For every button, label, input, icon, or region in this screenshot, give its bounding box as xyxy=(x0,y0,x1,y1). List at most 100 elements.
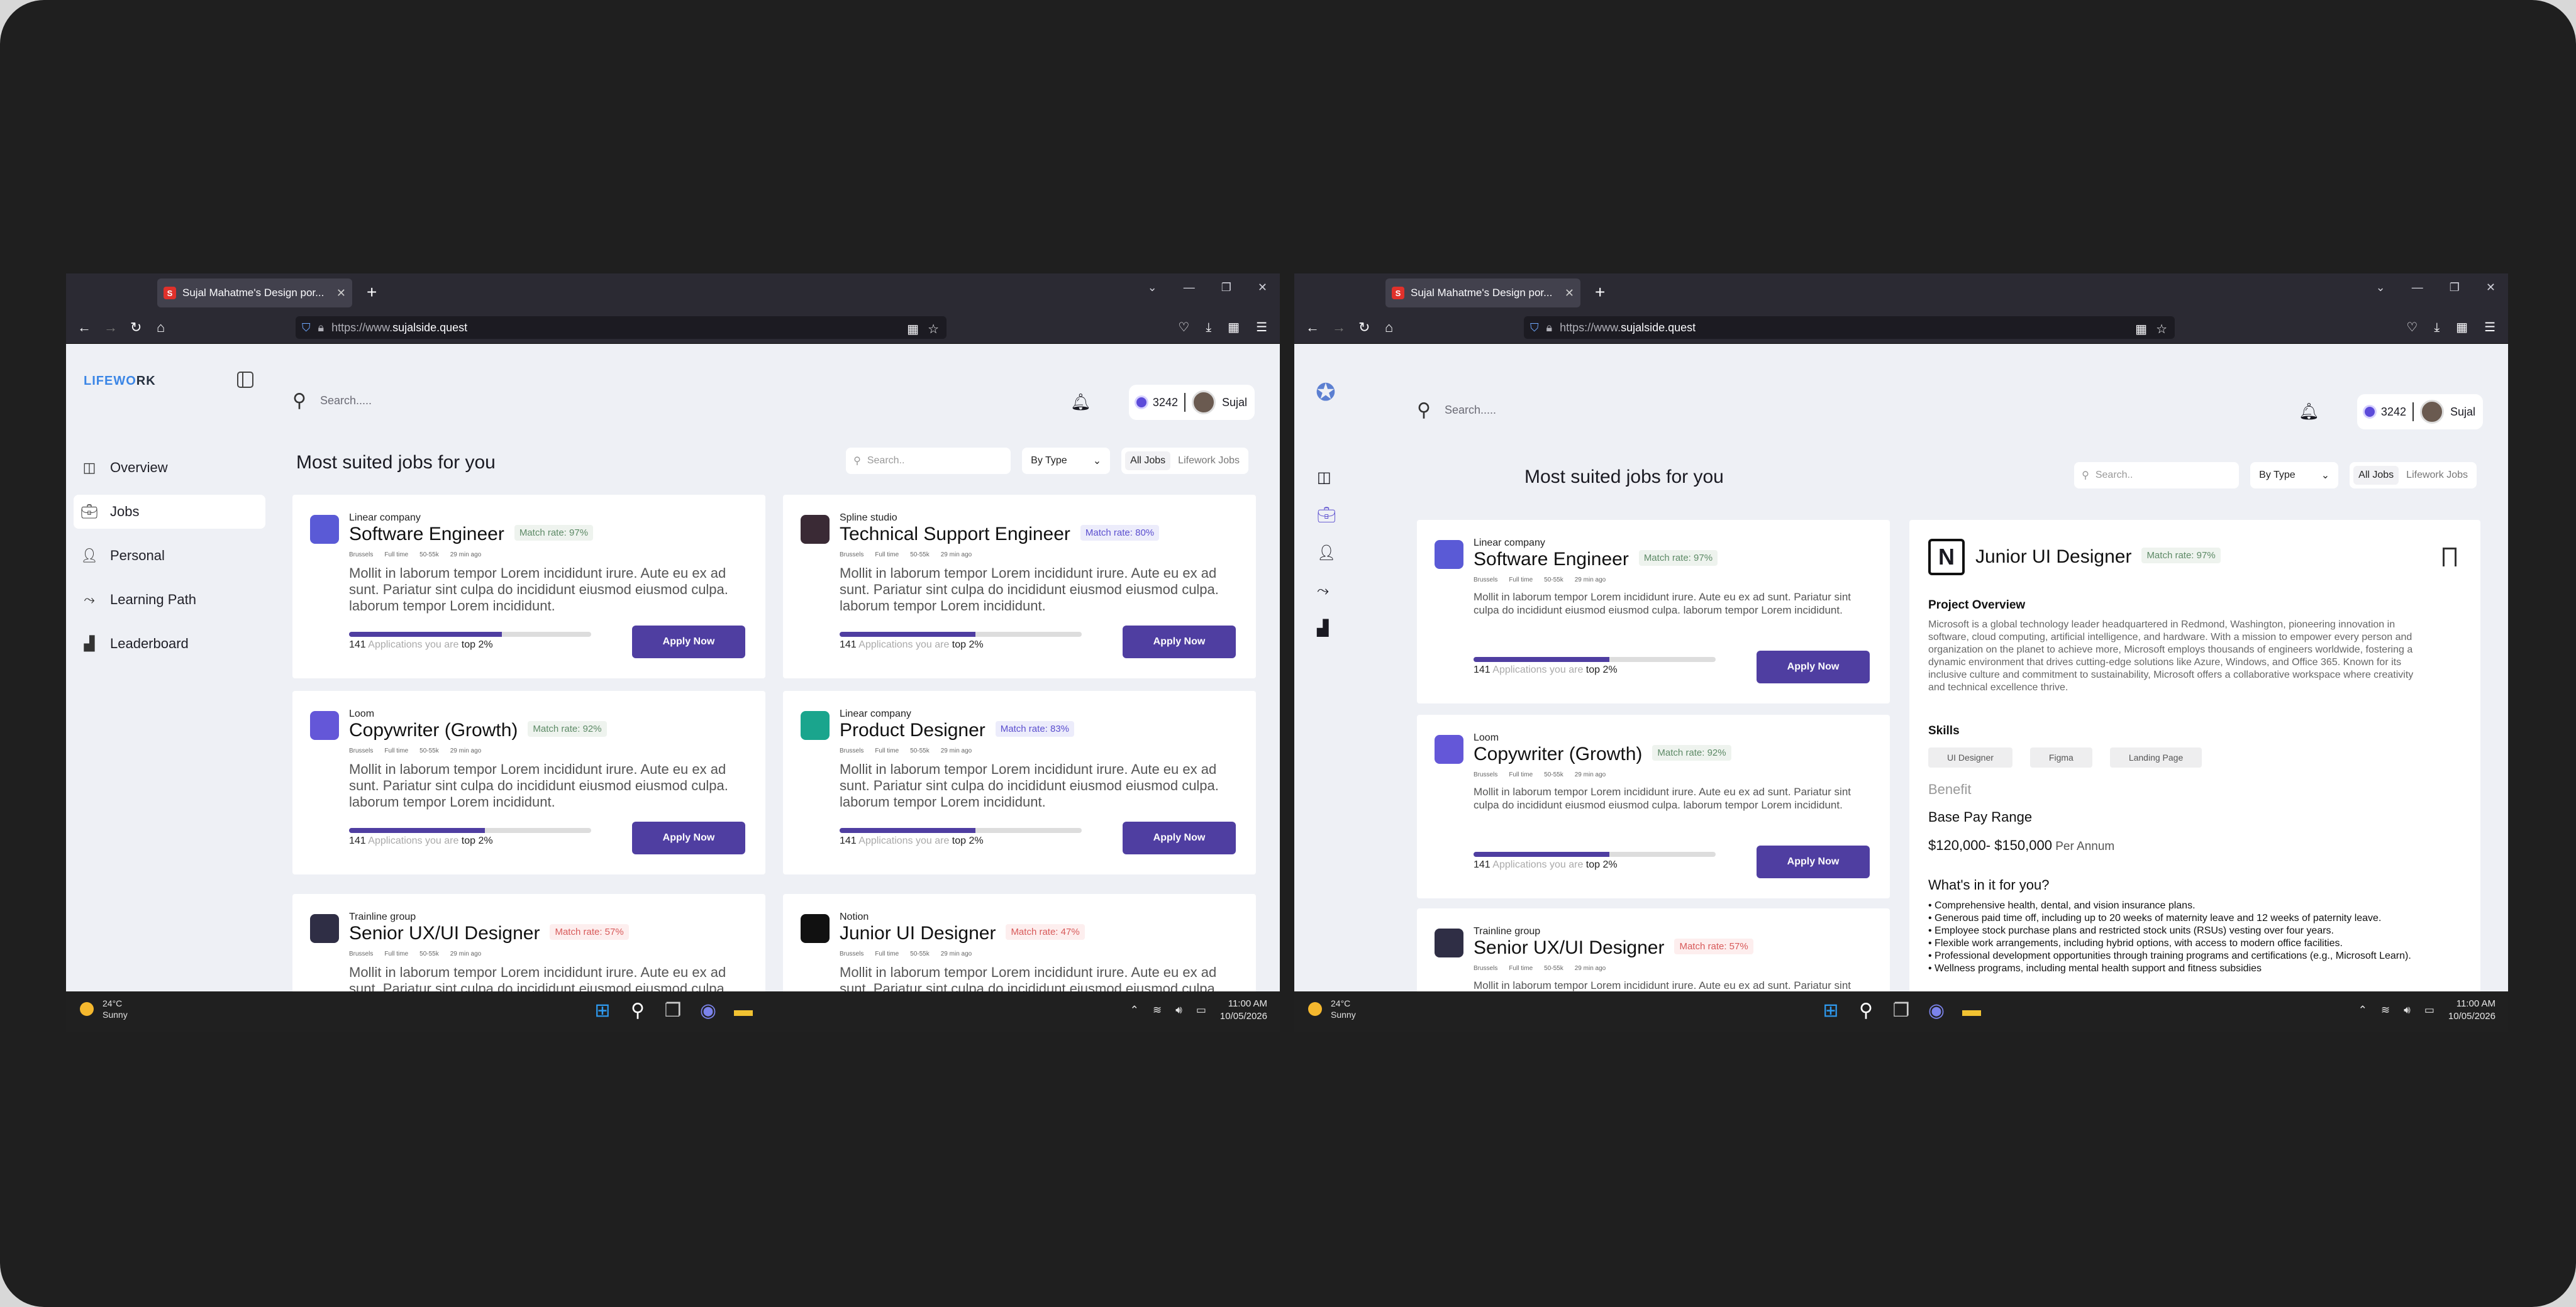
bookmark-star-icon[interactable]: ☆ xyxy=(928,321,939,337)
sidebar-item-personal[interactable]: 👤︎ Personal xyxy=(74,539,265,573)
restore-icon[interactable]: ❐ xyxy=(2450,281,2460,294)
user-icon[interactable]: 👤︎ xyxy=(1317,545,1336,561)
extensions-icon[interactable]: ▦ xyxy=(907,321,919,337)
forward-icon[interactable]: → xyxy=(1332,316,1346,339)
bookmark-star-icon[interactable]: ☆ xyxy=(2156,321,2167,337)
home-icon[interactable]: ⌂ xyxy=(1385,316,1393,339)
volume-icon[interactable]: 🔊︎ xyxy=(1175,1004,1182,1017)
home-icon[interactable]: ⌂ xyxy=(157,316,165,339)
close-window-icon[interactable]: ✕ xyxy=(1258,281,1267,294)
tab-all-jobs[interactable]: All Jobs xyxy=(2353,466,2399,485)
sidebar-toggle-icon[interactable] xyxy=(237,372,253,388)
apps-icon[interactable]: ▦ xyxy=(1228,316,1240,339)
avatar[interactable] xyxy=(2419,400,2444,424)
tab-list-icon[interactable]: ⌄ xyxy=(2376,281,2385,294)
tab-all-jobs[interactable]: All Jobs xyxy=(1125,451,1171,470)
avatar[interactable] xyxy=(1191,390,1216,414)
tab-lifework-jobs[interactable]: Lifework Jobs xyxy=(2401,466,2473,485)
chevron-up-icon[interactable]: ⌃ xyxy=(2358,1004,2367,1017)
search-icon[interactable]: ⚲ xyxy=(626,999,649,1022)
path-icon[interactable]: ⤳ xyxy=(1317,583,1336,599)
pocket-icon[interactable]: ♡ xyxy=(2406,316,2418,339)
browser-tab[interactable]: S Sujal Mahatme's Design por... ✕ xyxy=(157,278,352,307)
user-pill[interactable]: 3242 Sujal xyxy=(2357,394,2483,429)
clock[interactable]: 11:00 AM 10/05/2026 xyxy=(2448,998,2496,1023)
weather-widget[interactable]: 24°C Sunny xyxy=(1308,998,1356,1020)
skill-chip[interactable]: UI Designer xyxy=(1928,747,2012,768)
downloads-icon[interactable]: ⤓ xyxy=(2434,316,2440,339)
apply-now-button[interactable]: Apply Now xyxy=(1123,626,1236,658)
tab-lifework-jobs[interactable]: Lifework Jobs xyxy=(1173,451,1245,470)
user-pill[interactable]: 3242 Sujal xyxy=(1128,385,1255,420)
notification-bell-icon[interactable]: 🔔︎ xyxy=(2299,402,2319,421)
back-icon[interactable]: ← xyxy=(1306,316,1319,339)
skill-chip[interactable]: Landing Page xyxy=(2109,747,2202,768)
minimize-icon[interactable]: — xyxy=(2412,281,2423,294)
job-card[interactable]: Linear company Software Engineer Match rat… xyxy=(1417,520,1890,703)
compass-logo-icon[interactable]: ✪ xyxy=(1316,378,1336,407)
close-tab-icon[interactable]: ✕ xyxy=(336,287,346,300)
job-card[interactable]: Linear company Software Engineer Match rat… xyxy=(292,495,765,678)
tab-list-icon[interactable]: ⌄ xyxy=(1148,281,1157,294)
minimize-icon[interactable]: — xyxy=(1184,281,1195,294)
job-card[interactable]: Spline studio Technical Support Engineer M… xyxy=(783,495,1256,678)
bookmark-icon[interactable] xyxy=(2443,548,2457,566)
menu-icon[interactable]: ☰ xyxy=(2484,316,2496,339)
windows-start-icon[interactable]: ⊞ xyxy=(1819,999,1842,1022)
apply-now-button[interactable]: Apply Now xyxy=(632,626,745,658)
type-select[interactable]: By Type ⌄ xyxy=(2250,462,2339,488)
chevron-up-icon[interactable]: ⌃ xyxy=(1130,1004,1139,1017)
job-card[interactable]: Trainline group Senior UX/UI Designer Matc… xyxy=(1417,908,1890,991)
apply-now-button[interactable]: Apply Now xyxy=(632,822,745,854)
global-search[interactable]: ⚲ Search..... xyxy=(1417,399,1496,421)
chat-icon[interactable]: ◉ xyxy=(1925,999,1948,1022)
reload-icon[interactable]: ↻ xyxy=(1358,316,1370,339)
extensions-icon[interactable]: ▦ xyxy=(2135,321,2147,337)
new-tab-button[interactable]: + xyxy=(367,280,377,305)
job-card[interactable]: Notion Junior UI Designer Match rate: 47% B… xyxy=(783,894,1256,991)
battery-icon[interactable]: ▭ xyxy=(1196,1004,1206,1017)
job-card[interactable]: Trainline group Senior UX/UI Designer Matc… xyxy=(292,894,765,991)
chat-icon[interactable]: ◉ xyxy=(697,999,719,1022)
briefcase-icon[interactable]: 💼︎ xyxy=(1317,507,1336,524)
reload-icon[interactable]: ↻ xyxy=(130,316,142,339)
weather-widget[interactable]: 24°C Sunny xyxy=(80,998,128,1020)
apply-now-button[interactable]: Apply Now xyxy=(1757,651,1870,683)
new-tab-button[interactable]: + xyxy=(1595,280,1605,305)
url-bar[interactable]: ⛉ 🔒︎ https://www.sujalside.quest ▦ ☆ xyxy=(296,316,947,339)
job-card[interactable]: Loom Copywriter (Growth) Match rate: 92% Br… xyxy=(1417,715,1890,898)
sidebar-item-leaderboard[interactable]: ▟ Leaderboard xyxy=(74,627,265,661)
volume-icon[interactable]: 🔊︎ xyxy=(2404,1004,2411,1017)
apply-now-button[interactable]: Apply Now xyxy=(1123,822,1236,854)
back-icon[interactable]: ← xyxy=(77,316,91,339)
clock[interactable]: 11:00 AM 10/05/2026 xyxy=(1220,998,1267,1023)
job-card[interactable]: Loom Copywriter (Growth) Match rate: 92% Br… xyxy=(292,691,765,874)
apply-now-button[interactable]: Apply Now xyxy=(1757,846,1870,878)
file-explorer-icon[interactable]: ▬ xyxy=(1960,999,1983,1022)
forward-icon[interactable]: → xyxy=(104,316,118,339)
leaderboard-icon[interactable]: ▟ xyxy=(1317,620,1336,637)
wifi-icon[interactable]: ≋ xyxy=(1153,1004,1162,1017)
menu-icon[interactable]: ☰ xyxy=(1256,316,1267,339)
sidebar-item-learning-path[interactable]: ⤳ Learning Path xyxy=(74,583,265,617)
downloads-icon[interactable]: ⤓ xyxy=(1206,316,1211,339)
global-search[interactable]: ⚲ Search..... xyxy=(292,390,372,412)
windows-start-icon[interactable]: ⊞ xyxy=(591,999,614,1022)
wifi-icon[interactable]: ≋ xyxy=(2381,1004,2390,1017)
url-bar[interactable]: ⛉ 🔒︎ https://www.sujalside.quest ▦ ☆ xyxy=(1524,316,2175,339)
task-view-icon[interactable]: ❐ xyxy=(1890,999,1913,1022)
lifework-logo[interactable]: LIFEWORK xyxy=(84,374,156,389)
pocket-icon[interactable]: ♡ xyxy=(1178,316,1189,339)
task-view-icon[interactable]: ❐ xyxy=(662,999,684,1022)
battery-icon[interactable]: ▭ xyxy=(2424,1004,2434,1017)
job-search-input[interactable]: ⚲ Search.. xyxy=(846,448,1011,474)
close-tab-icon[interactable]: ✕ xyxy=(1565,287,1574,300)
type-select[interactable]: By Type ⌄ xyxy=(1022,448,1111,474)
restore-icon[interactable]: ❐ xyxy=(1221,281,1231,294)
browser-tab[interactable]: S Sujal Mahatme's Design por... ✕ xyxy=(1385,278,1580,307)
job-card[interactable]: Linear company Product Designer Match rate… xyxy=(783,691,1256,874)
sidebar-item-jobs[interactable]: 💼︎ Jobs xyxy=(74,495,265,529)
overview-icon[interactable]: ◫ xyxy=(1317,470,1336,486)
close-window-icon[interactable]: ✕ xyxy=(2486,281,2496,294)
skill-chip[interactable]: Figma xyxy=(2029,747,2092,768)
